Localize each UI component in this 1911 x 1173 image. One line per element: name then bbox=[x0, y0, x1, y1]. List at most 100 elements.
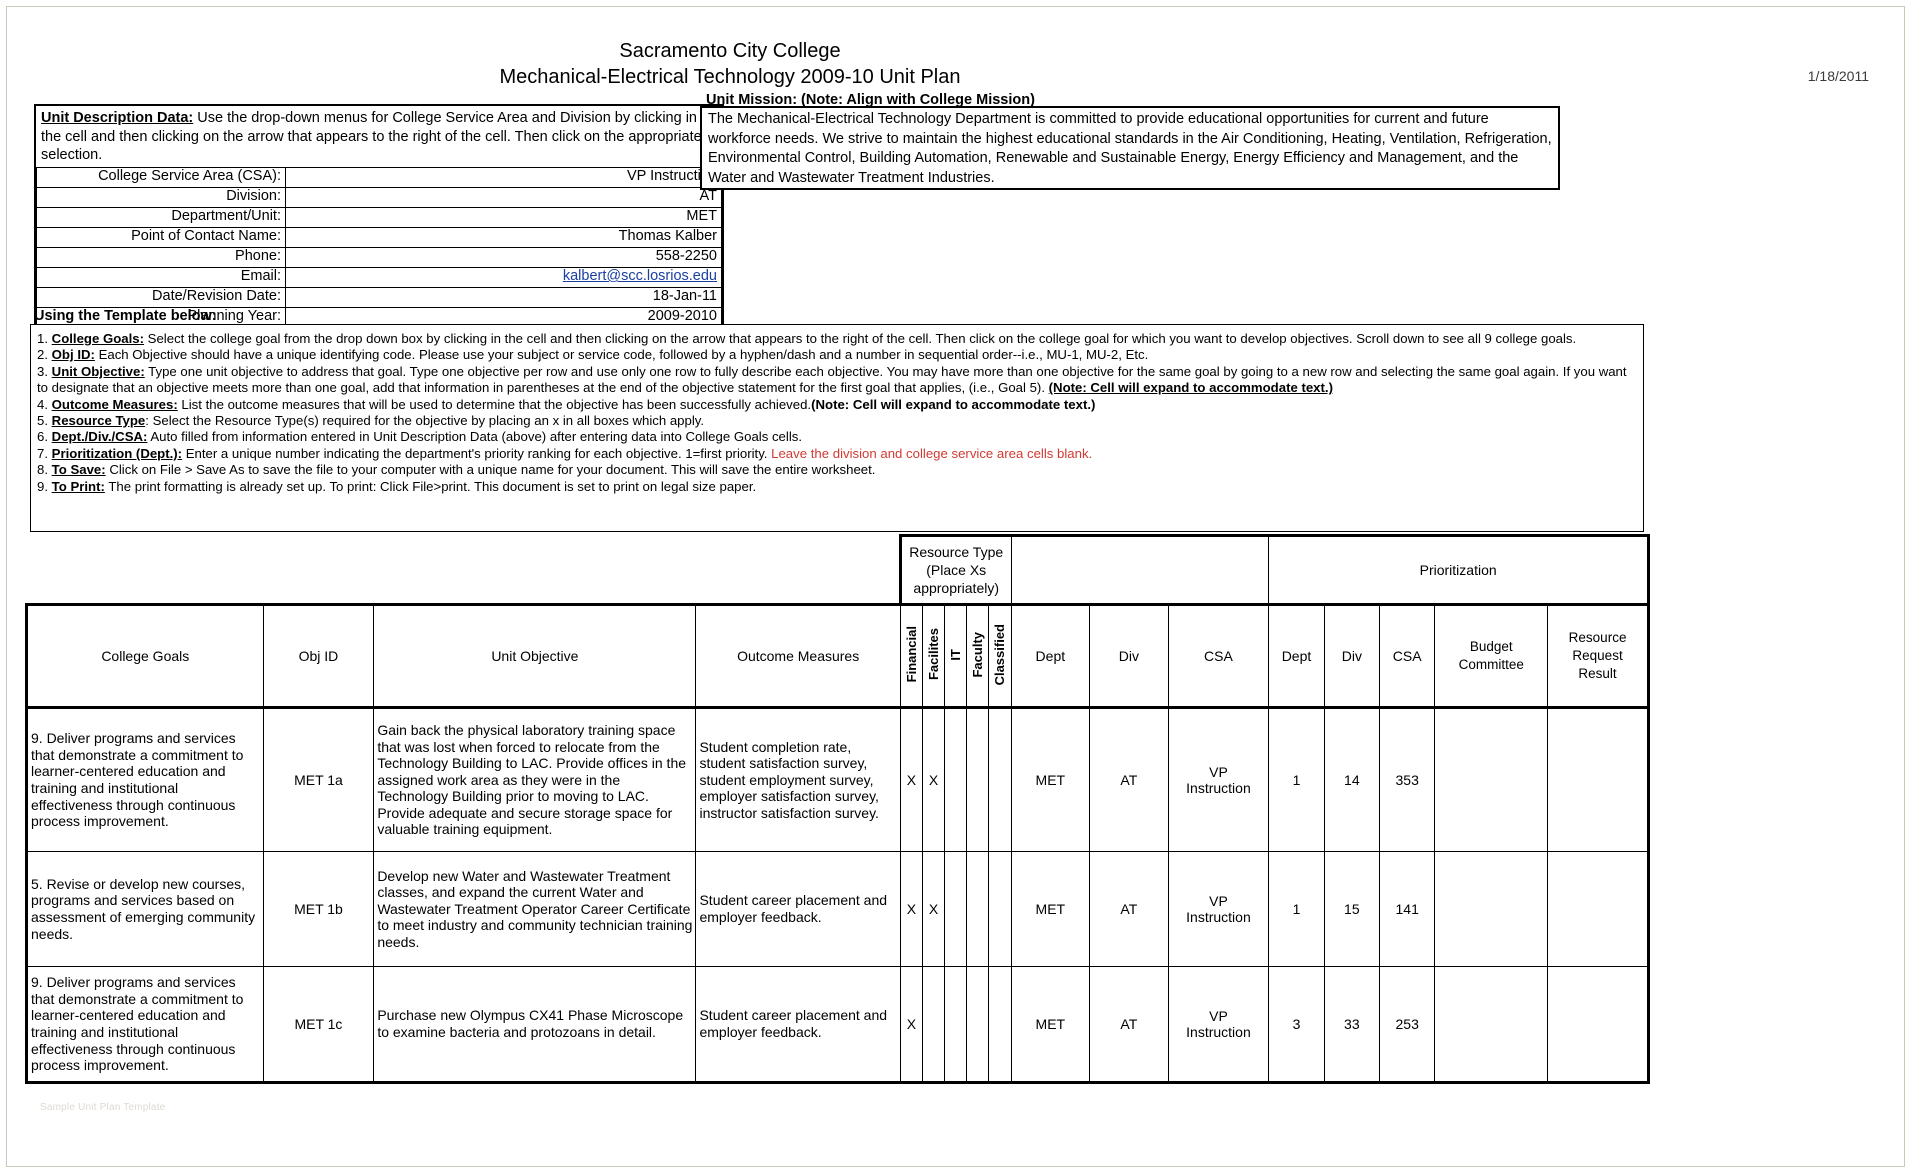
column-header-priority-div: Div bbox=[1323, 603, 1381, 708]
column-header-facilities-label: Facilites bbox=[926, 628, 942, 681]
cell-facilities[interactable] bbox=[921, 966, 946, 1084]
column-header-financial: Financial bbox=[899, 603, 923, 708]
instruction-text: Type one unit objective to address that … bbox=[37, 363, 1627, 396]
cell-resource-request-result[interactable] bbox=[1547, 706, 1650, 852]
cell-faculty[interactable] bbox=[966, 851, 990, 967]
instruction-term: Dept./Div./CSA: bbox=[51, 429, 148, 445]
cell-unit-objective[interactable]: Develop new Water and Wastewater Treatme… bbox=[373, 851, 697, 967]
cell-facilities[interactable]: X bbox=[921, 706, 946, 852]
field-value-phone[interactable]: 558-2250 bbox=[285, 246, 722, 268]
instruction-text: List the outcome measures that will be u… bbox=[177, 396, 812, 412]
cell-priority-csa[interactable]: 253 bbox=[1379, 966, 1436, 1084]
field-value-csa[interactable]: VP Instruction bbox=[285, 166, 722, 188]
band-deptdivcsa-blank bbox=[1010, 534, 1270, 605]
cell-facilities[interactable]: X bbox=[921, 851, 946, 967]
cell-priority-dept[interactable]: 1 bbox=[1268, 706, 1325, 852]
email-link[interactable]: kalbert@scc.losrios.edu bbox=[563, 268, 717, 284]
cell-classified[interactable] bbox=[988, 851, 1012, 967]
instruction-number: 4. bbox=[37, 396, 48, 412]
cell-it[interactable] bbox=[944, 966, 968, 1084]
column-header-financial-label: Financial bbox=[903, 626, 919, 683]
cell-csa[interactable]: VP Instruction bbox=[1167, 706, 1270, 852]
cell-priority-dept[interactable]: 1 bbox=[1268, 851, 1325, 967]
field-label-phone: Phone: bbox=[36, 246, 286, 268]
cell-dept[interactable]: MET bbox=[1010, 706, 1091, 852]
cell-priority-div[interactable]: 15 bbox=[1323, 851, 1381, 967]
grid-header-row: College Goals Obj ID Unit Objective Outc… bbox=[25, 603, 1650, 708]
instruction-item-2: 2. Obj ID: Each Objective should have a … bbox=[37, 347, 1637, 363]
cell-financial[interactable]: X bbox=[899, 966, 923, 1084]
instruction-term: To Print: bbox=[51, 478, 105, 494]
cell-priority-csa[interactable]: 141 bbox=[1379, 851, 1436, 967]
cell-college-goal[interactable]: 9. Deliver programs and services that de… bbox=[25, 706, 264, 852]
cell-div[interactable]: AT bbox=[1089, 966, 1169, 1084]
unit-description-box: Unit Description Data: Use the drop-down… bbox=[34, 104, 724, 330]
unit-mission-text: The Mechanical-Electrical Technology Dep… bbox=[700, 106, 1560, 190]
cell-faculty[interactable] bbox=[966, 706, 990, 852]
field-value-revision-date[interactable]: 18-Jan-11 bbox=[285, 286, 722, 308]
column-header-classified-label: Classified bbox=[992, 623, 1008, 686]
column-header-budget-committee: Budget Committee bbox=[1434, 603, 1549, 708]
cell-outcome-measures[interactable]: Student career placement and employer fe… bbox=[695, 966, 901, 1084]
instruction-text: Click on File > Save As to save the file… bbox=[105, 462, 876, 478]
cell-faculty[interactable] bbox=[966, 966, 990, 1084]
cell-csa-line2: Instruction bbox=[1186, 909, 1251, 925]
college-name: Sacramento City College bbox=[619, 40, 841, 62]
cell-it[interactable] bbox=[944, 706, 968, 852]
cell-outcome-measures[interactable]: Student completion rate, student satisfa… bbox=[695, 706, 901, 852]
cell-csa-line2: Instruction bbox=[1186, 780, 1251, 796]
table-row: Email: kalbert@scc.losrios.edu bbox=[36, 266, 722, 288]
cell-it[interactable] bbox=[944, 851, 968, 967]
cell-budget-committee[interactable] bbox=[1434, 851, 1549, 967]
column-header-resource-request-result: Resource Request Result bbox=[1547, 603, 1650, 708]
column-header-classified: Classified bbox=[988, 603, 1012, 708]
cell-budget-committee[interactable] bbox=[1434, 706, 1549, 852]
instruction-warning: Leave the division and college service a… bbox=[771, 445, 1093, 461]
field-value-department[interactable]: MET bbox=[285, 206, 722, 228]
instruction-term: Obj ID: bbox=[51, 347, 95, 363]
cell-budget-committee[interactable] bbox=[1434, 966, 1549, 1084]
instruction-number: 6. bbox=[37, 429, 48, 445]
instruction-number: 2. bbox=[37, 347, 48, 363]
table-row: 9. Deliver programs and services that de… bbox=[25, 706, 1650, 852]
instruction-term: Prioritization (Dept.): bbox=[51, 445, 183, 461]
instruction-item-1: 1. College Goals: Select the college goa… bbox=[37, 331, 1637, 347]
unit-plan-page: Sacramento City College Mechanical-Elect… bbox=[0, 0, 1911, 1173]
cell-csa[interactable]: VP Instruction bbox=[1167, 851, 1270, 967]
cell-financial[interactable]: X bbox=[899, 706, 923, 852]
cell-obj-id[interactable]: MET 1c bbox=[262, 966, 375, 1084]
field-label-csa: College Service Area (CSA): bbox=[36, 166, 286, 188]
cell-csa[interactable]: VP Instruction bbox=[1167, 966, 1270, 1084]
using-template-instructions: 1. College Goals: Select the college goa… bbox=[30, 324, 1644, 532]
cell-classified[interactable] bbox=[988, 966, 1012, 1084]
field-value-division[interactable]: AT bbox=[285, 186, 722, 208]
cell-outcome-measures[interactable]: Student career placement and employer fe… bbox=[695, 851, 901, 967]
resource-request-line2: Request bbox=[1572, 648, 1623, 663]
column-header-csa: CSA bbox=[1167, 603, 1270, 708]
cell-obj-id[interactable]: MET 1b bbox=[262, 851, 375, 967]
cell-priority-dept[interactable]: 3 bbox=[1268, 966, 1325, 1084]
cell-unit-objective[interactable]: Purchase new Olympus CX41 Phase Microsco… bbox=[373, 966, 697, 1084]
cell-obj-id[interactable]: MET 1a bbox=[262, 706, 375, 852]
instruction-item-6: 6. Dept./Div./CSA: Auto filled from info… bbox=[37, 429, 1637, 445]
field-value-email-cell[interactable]: kalbert@scc.losrios.edu bbox=[285, 266, 722, 288]
band-resource-type-line1: Resource Type bbox=[909, 544, 1004, 560]
instruction-item-3: 3. Unit Objective: Type one unit objecti… bbox=[37, 364, 1637, 397]
cell-unit-objective[interactable]: Gain back the physical laboratory traini… bbox=[373, 706, 697, 852]
cell-div[interactable]: AT bbox=[1089, 851, 1169, 967]
cell-div[interactable]: AT bbox=[1089, 706, 1169, 852]
cell-resource-request-result[interactable] bbox=[1547, 851, 1650, 967]
cell-college-goal[interactable]: 9. Deliver programs and services that de… bbox=[25, 966, 264, 1084]
cell-resource-request-result[interactable] bbox=[1547, 966, 1650, 1084]
cell-college-goal[interactable]: 5. Revise or develop new courses, progra… bbox=[25, 851, 264, 967]
cell-priority-csa[interactable]: 353 bbox=[1379, 706, 1436, 852]
cell-classified[interactable] bbox=[988, 706, 1012, 852]
field-value-contact-name[interactable]: Thomas Kalber bbox=[285, 226, 722, 248]
instruction-text: The print formatting is already set up. … bbox=[104, 478, 757, 494]
cell-priority-div[interactable]: 33 bbox=[1323, 966, 1381, 1084]
cell-dept[interactable]: MET bbox=[1010, 851, 1091, 967]
cell-financial[interactable]: X bbox=[899, 851, 923, 967]
cell-dept[interactable]: MET bbox=[1010, 966, 1091, 1084]
column-header-it-label: IT bbox=[948, 649, 964, 661]
cell-priority-div[interactable]: 14 bbox=[1323, 706, 1381, 852]
